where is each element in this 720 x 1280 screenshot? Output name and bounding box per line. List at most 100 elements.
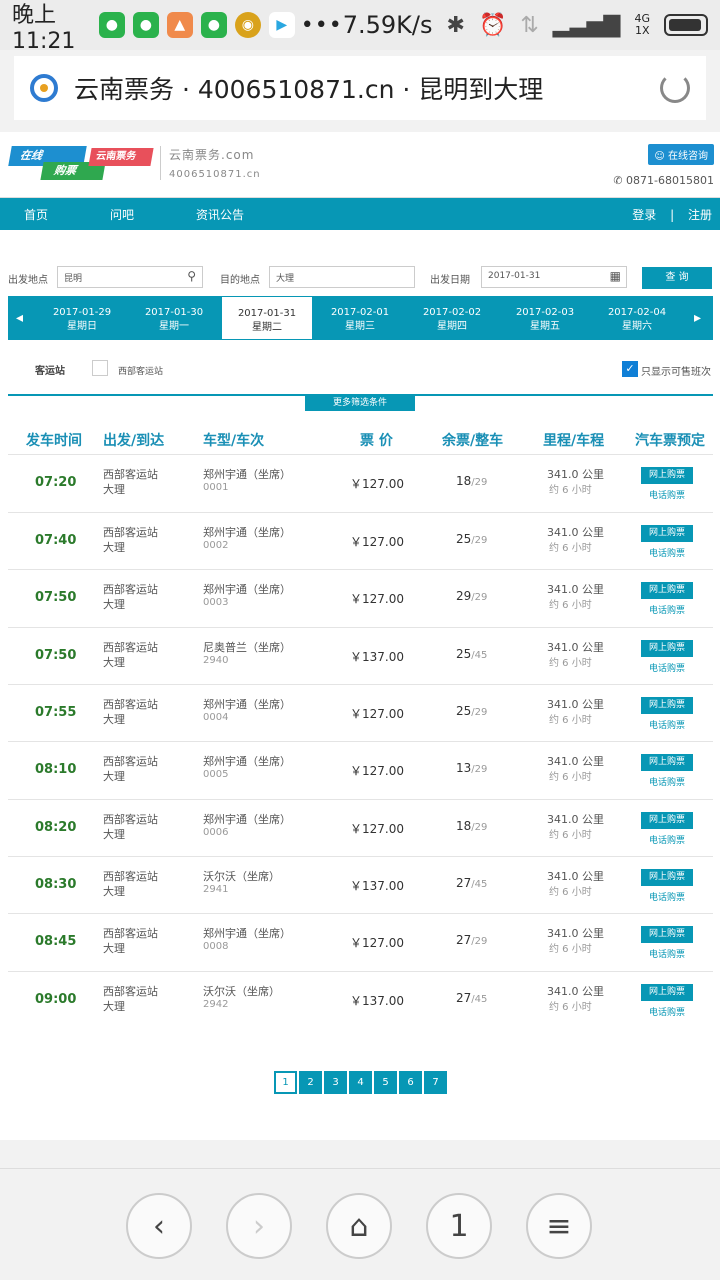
to-city: 大理 xyxy=(103,598,125,611)
network-speed: 7.59K/s xyxy=(342,11,433,39)
address-bar[interactable]: 云南票务 · 4006510871.cn · 昆明到大理 xyxy=(14,56,706,120)
nav-news[interactable]: 资讯公告 xyxy=(196,206,244,223)
page-button[interactable]: 4 xyxy=(349,1071,372,1094)
buy-by-phone-link[interactable]: 电话购票 xyxy=(649,833,685,846)
page-button[interactable]: 5 xyxy=(374,1071,397,1094)
page-button[interactable]: 6 xyxy=(399,1071,422,1094)
query-button[interactable]: 查 询 xyxy=(642,267,712,289)
from-station: 西部客运站 xyxy=(103,755,158,768)
available-only-label: 只显示可售班次 xyxy=(641,367,711,378)
prev-dates-icon[interactable]: ◂ xyxy=(16,310,23,326)
date-tab-date: 2017-01-29 xyxy=(52,307,112,318)
depart-time: 07:20 xyxy=(35,475,77,490)
duration: 约 6 小时 xyxy=(549,600,592,611)
more-notifications-icon: ••• xyxy=(300,12,343,38)
notification-icons: ● ● ▲ ● ◉ ▶ xyxy=(98,12,295,38)
to-city: 大理 xyxy=(103,483,125,496)
alarm-icon: ⏰ xyxy=(478,12,507,38)
buy-by-phone-link[interactable]: 电话购票 xyxy=(649,661,685,674)
page-button[interactable]: 7 xyxy=(424,1071,447,1094)
date-tab-week: 星期二 xyxy=(252,322,282,333)
trip-number: 2940 xyxy=(203,655,229,666)
buy-by-phone-link[interactable]: 电话购票 xyxy=(649,546,685,559)
online-consult-button[interactable]: ☺ 在线咨询 xyxy=(648,144,714,165)
station-filter-label: 客运站 xyxy=(35,366,65,377)
distance: 341.0 公里 xyxy=(547,985,604,998)
home-icon[interactable]: ⌂ xyxy=(326,1193,392,1259)
site-logo[interactable]: 在线 购票 云南票务 xyxy=(8,146,154,184)
date-tab-date: 2017-02-03 xyxy=(515,307,575,318)
buy-online-button[interactable]: 网上购票 xyxy=(641,697,693,714)
date-tab[interactable]: 2017-01-29 星期日 xyxy=(36,296,128,340)
buy-by-phone-link[interactable]: 电话购票 xyxy=(649,775,685,788)
buy-online-button[interactable]: 网上购票 xyxy=(641,926,693,943)
seats-left: 27/45 xyxy=(456,991,487,1005)
distance: 341.0 公里 xyxy=(547,927,604,940)
from-station: 西部客运站 xyxy=(103,813,158,826)
seats-left-value: 18 xyxy=(456,474,472,488)
seats-total: /45 xyxy=(471,879,488,890)
tabs-button[interactable]: 1 xyxy=(426,1193,492,1259)
buy-online-button[interactable]: 网上购票 xyxy=(641,984,693,1001)
buy-online-button[interactable]: 网上购票 xyxy=(641,640,693,657)
table-row: 07:40 西部客运站 大理 郑州宇通（坐席） 0002 ￥127.00 25/29 341.… xyxy=(8,512,713,569)
vehicle-model: 郑州宇通（坐席） xyxy=(203,755,291,768)
buy-by-phone-link[interactable]: 电话购票 xyxy=(649,890,685,903)
date-tab-active[interactable]: 2017-01-31 星期二 xyxy=(221,296,313,340)
buy-online-button[interactable]: 网上购票 xyxy=(641,525,693,542)
page-button[interactable]: 2 xyxy=(299,1071,322,1094)
buy-online-button[interactable]: 网上购票 xyxy=(641,812,693,829)
header-vehicle: 车型/车次 xyxy=(203,433,265,449)
nav-home[interactable]: 首页 xyxy=(24,206,48,223)
buy-by-phone-link[interactable]: 电话购票 xyxy=(649,947,685,960)
date-tab[interactable]: 2017-02-04 星期六 xyxy=(591,296,683,340)
site-name: 云南票务.com xyxy=(169,148,255,162)
register-link[interactable]: 注册 xyxy=(688,208,712,222)
date-tab[interactable]: 2017-02-01 星期三 xyxy=(314,296,406,340)
page-button[interactable]: 1 xyxy=(274,1071,297,1094)
buy-by-phone-link[interactable]: 电话购票 xyxy=(649,718,685,731)
ticket-price: ￥127.00 xyxy=(350,477,404,491)
from-input[interactable]: 昆明 ⚲ xyxy=(57,266,203,288)
station-checkbox[interactable] xyxy=(92,360,108,376)
seats-left-value: 18 xyxy=(456,819,472,833)
login-link[interactable]: 登录 xyxy=(632,208,656,222)
hotline-number: 0871-68015801 xyxy=(626,174,714,187)
reload-icon[interactable] xyxy=(660,73,690,103)
page-button[interactable]: 3 xyxy=(324,1071,347,1094)
ticket-price: ￥127.00 xyxy=(350,535,404,549)
status-time: 晚上11:21 xyxy=(12,2,76,54)
address-text[interactable]: 云南票务 · 4006510871.cn · 昆明到大理 xyxy=(74,70,636,106)
more-filters-button[interactable]: 更多筛选条件 xyxy=(305,395,415,411)
distance: 341.0 公里 xyxy=(547,870,604,883)
buy-by-phone-link[interactable]: 电话购票 xyxy=(649,1005,685,1018)
date-tab[interactable]: 2017-02-03 星期五 xyxy=(499,296,591,340)
date-tab[interactable]: 2017-02-02 星期四 xyxy=(406,296,498,340)
table-row: 07:20 西部客运站 大理 郑州宇通（坐席） 0001 ￥127.00 18/29 341.… xyxy=(8,454,713,511)
buy-by-phone-link[interactable]: 电话购票 xyxy=(649,603,685,616)
available-only-checkbox[interactable]: ✓ xyxy=(622,361,638,377)
buy-online-button[interactable]: 网上购票 xyxy=(641,582,693,599)
depart-time: 08:45 xyxy=(35,934,77,949)
duration: 约 6 小时 xyxy=(549,944,592,955)
forward-icon[interactable]: › xyxy=(226,1193,292,1259)
buy-online-button[interactable]: 网上购票 xyxy=(641,869,693,886)
date-tab[interactable]: 2017-01-30 星期一 xyxy=(128,296,220,340)
seats-total: /45 xyxy=(471,650,488,661)
back-icon[interactable]: ‹ xyxy=(126,1193,192,1259)
to-city: 大理 xyxy=(103,1000,125,1013)
buy-online-button[interactable]: 网上购票 xyxy=(641,467,693,484)
buy-by-phone-link[interactable]: 电话购票 xyxy=(649,488,685,501)
to-input[interactable]: 大理 xyxy=(269,266,415,288)
seats-left: 18/29 xyxy=(456,819,487,833)
date-input[interactable]: 2017-01-31 ▦ xyxy=(481,266,627,288)
menu-icon[interactable]: ≡ xyxy=(526,1193,592,1259)
nav-qa[interactable]: 问吧 xyxy=(110,206,134,223)
date-label: 出发日期 xyxy=(430,275,470,286)
vehicle-model: 沃尔沃（坐席） xyxy=(203,870,280,883)
seats-left-value: 27 xyxy=(456,991,472,1005)
duration: 约 6 小时 xyxy=(549,485,592,496)
from-station: 西部客运站 xyxy=(103,583,158,596)
next-dates-icon[interactable]: ▸ xyxy=(694,310,701,326)
buy-online-button[interactable]: 网上购票 xyxy=(641,754,693,771)
